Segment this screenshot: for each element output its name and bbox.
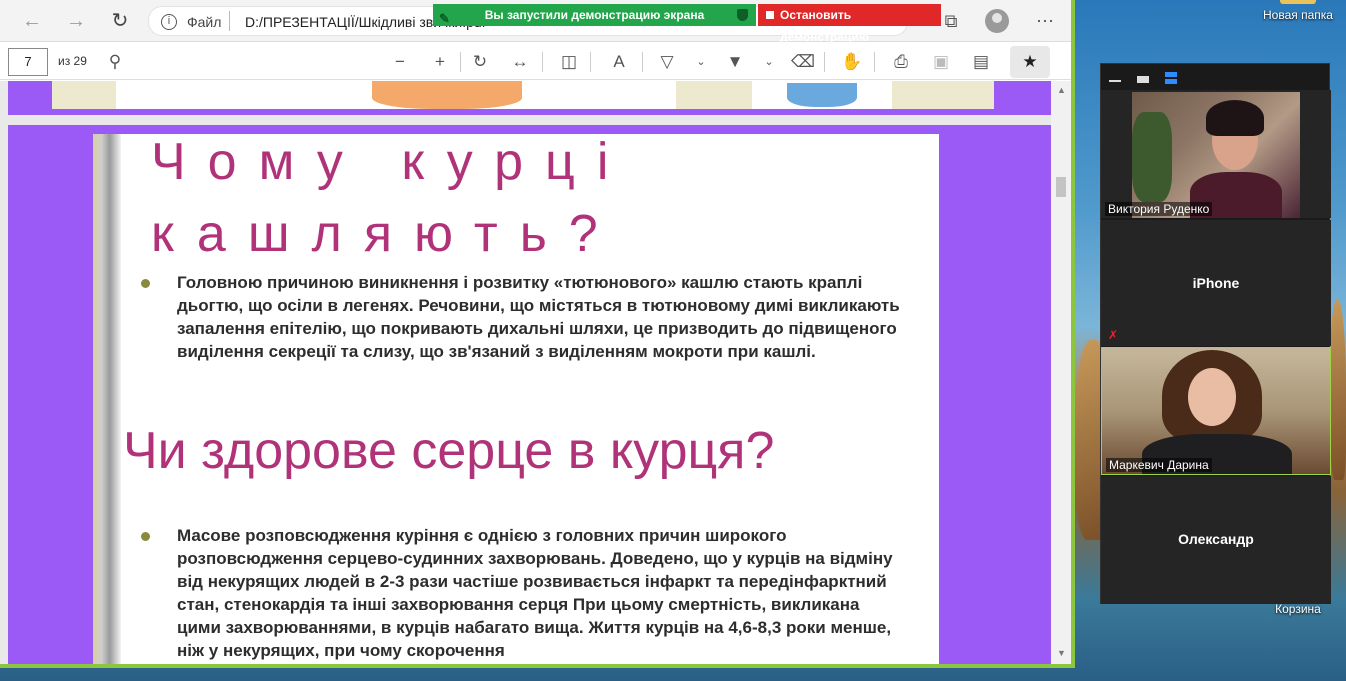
- zoom-participant-panel: Виктория Руденко iPhone ✗ Маркевич Дарин…: [1100, 63, 1331, 604]
- read-aloud-icon[interactable]: A: [606, 50, 632, 74]
- participant-tile-active[interactable]: Маркевич Дарина: [1101, 347, 1331, 475]
- bullet-icon: [141, 279, 150, 288]
- video-plant: [1132, 112, 1172, 202]
- slide-image-part: [787, 83, 857, 107]
- search-icon[interactable]: ⚲: [102, 50, 128, 74]
- participant-face: [1188, 368, 1236, 426]
- toolbar-separator: [542, 52, 543, 72]
- zoom-in-icon[interactable]: +: [427, 50, 453, 74]
- share-status: ✎ Вы запустили демонстрацию экрана: [433, 4, 756, 26]
- desktop-icon-new-folder[interactable]: Новая папка: [1254, 0, 1342, 22]
- participant-tile[interactable]: iPhone ✗: [1101, 220, 1331, 346]
- stop-share-button[interactable]: Остановить демонстрацию: [758, 4, 941, 44]
- wallpaper-rock: [1330, 300, 1346, 480]
- annotate-icon[interactable]: ✎: [439, 8, 450, 30]
- desktop-icon-label: Корзина: [1275, 602, 1321, 616]
- rotate-icon[interactable]: ↻: [467, 50, 493, 74]
- save-as-icon[interactable]: ▤: [968, 50, 994, 74]
- pdf-scrollbar[interactable]: ▲ ▼: [1051, 81, 1071, 664]
- participant-name: iPhone: [1192, 275, 1240, 291]
- desktop-icon-label: Новая папка: [1263, 8, 1333, 22]
- draw-icon[interactable]: ▽: [654, 50, 680, 74]
- screen-share-bar: ✎ Вы запустили демонстрацию экрана Остан…: [433, 4, 941, 44]
- save-icon[interactable]: ▣: [928, 50, 954, 74]
- slide-left-border: [93, 134, 121, 664]
- info-icon[interactable]: i: [161, 14, 177, 30]
- single-view-icon[interactable]: [1137, 76, 1149, 83]
- participant-video: [1132, 92, 1300, 218]
- slide-image-part: [372, 81, 522, 109]
- scroll-up-icon[interactable]: ▲: [1057, 85, 1066, 95]
- more-menu-icon[interactable]: ⋯: [1030, 8, 1060, 34]
- chevron-down-icon[interactable]: ⌄: [756, 50, 782, 74]
- pdf-toolbar: 7 из 29 ⚲ − + ↻ ↔ ◫ A ▽ ⌄ ▼ ⌄ ⌫ ✋ ⎙ ▣ ▤ …: [0, 42, 1071, 80]
- slide-paragraph-1: Головною причиною виникнення і розвитку …: [177, 273, 900, 361]
- toolbar-separator: [590, 52, 591, 72]
- participant-name: Виктория Руденко: [1105, 202, 1213, 216]
- pdf-viewport[interactable]: Чому курці кашляють? Головною причиною в…: [0, 81, 1051, 664]
- touch-icon[interactable]: ✋: [839, 50, 865, 74]
- pdf-page-previous: [8, 81, 1051, 115]
- profile-avatar[interactable]: [985, 9, 1009, 33]
- participant-tile[interactable]: Олександр: [1101, 476, 1331, 604]
- scroll-down-icon[interactable]: ▼: [1057, 648, 1066, 658]
- highlight-icon[interactable]: ▼: [722, 50, 748, 74]
- pdf-page-current: Чому курці кашляють? Головною причиною в…: [8, 125, 1051, 664]
- participant-name: Олександр: [1178, 531, 1254, 547]
- stop-share-label: Остановить демонстрацию: [780, 8, 869, 44]
- chevron-down-icon[interactable]: ⌄: [688, 50, 714, 74]
- share-status-text: Вы запустили демонстрацию экрана: [484, 8, 705, 22]
- gallery-view-icon[interactable]: [1165, 72, 1177, 77]
- forward-button[interactable]: →: [62, 8, 90, 34]
- gallery-view-icon[interactable]: [1165, 79, 1177, 84]
- muted-mic-icon: ✗: [1108, 328, 1119, 342]
- pin-toolbar-icon[interactable]: ★: [1010, 46, 1050, 78]
- address-scheme: Файл: [187, 14, 222, 30]
- browser-window: ← → ↻ i Файл D:/ПРЕЗЕНТАЦІЇ/Шкідливі зви…: [0, 0, 1075, 668]
- toolbar-separator: [824, 52, 825, 72]
- refresh-button[interactable]: ↻: [106, 8, 134, 34]
- slide-paragraph-2: Масове розповсюдження куріння є однією з…: [177, 526, 893, 660]
- participant-name: Маркевич Дарина: [1106, 458, 1212, 472]
- toolbar-separator: [460, 52, 461, 72]
- slide-title-1: Чому курці: [151, 133, 631, 191]
- previous-slide-image: [52, 81, 994, 109]
- page-total: из 29: [58, 54, 87, 68]
- participant-video: [1102, 348, 1330, 474]
- zoom-panel-header: [1101, 64, 1331, 90]
- slide-title-2: кашляють?: [151, 205, 620, 263]
- back-button[interactable]: ←: [18, 8, 46, 34]
- participant-tile[interactable]: Виктория Руденко: [1101, 90, 1331, 218]
- page-view-icon[interactable]: ◫: [556, 50, 582, 74]
- slide-title-3: Чи здорове серце в курця?: [123, 422, 775, 480]
- folder-icon: [1280, 0, 1316, 4]
- page-number-input[interactable]: 7: [8, 48, 48, 76]
- scroll-thumb[interactable]: [1056, 177, 1066, 197]
- toolbar-separator: [642, 52, 643, 72]
- fit-width-icon[interactable]: ↔: [507, 50, 533, 74]
- zoom-out-icon[interactable]: −: [387, 50, 413, 74]
- eraser-icon[interactable]: ⌫: [790, 50, 816, 74]
- address-separator: [229, 11, 230, 31]
- bullet-icon: [141, 532, 150, 541]
- slide: Чому курці кашляють? Головною причиною в…: [93, 133, 939, 664]
- minimize-icon[interactable]: [1109, 80, 1121, 82]
- shield-icon: [737, 9, 748, 21]
- print-icon[interactable]: ⎙: [888, 50, 914, 74]
- participant-hair: [1206, 100, 1264, 136]
- toolbar-separator: [874, 52, 875, 72]
